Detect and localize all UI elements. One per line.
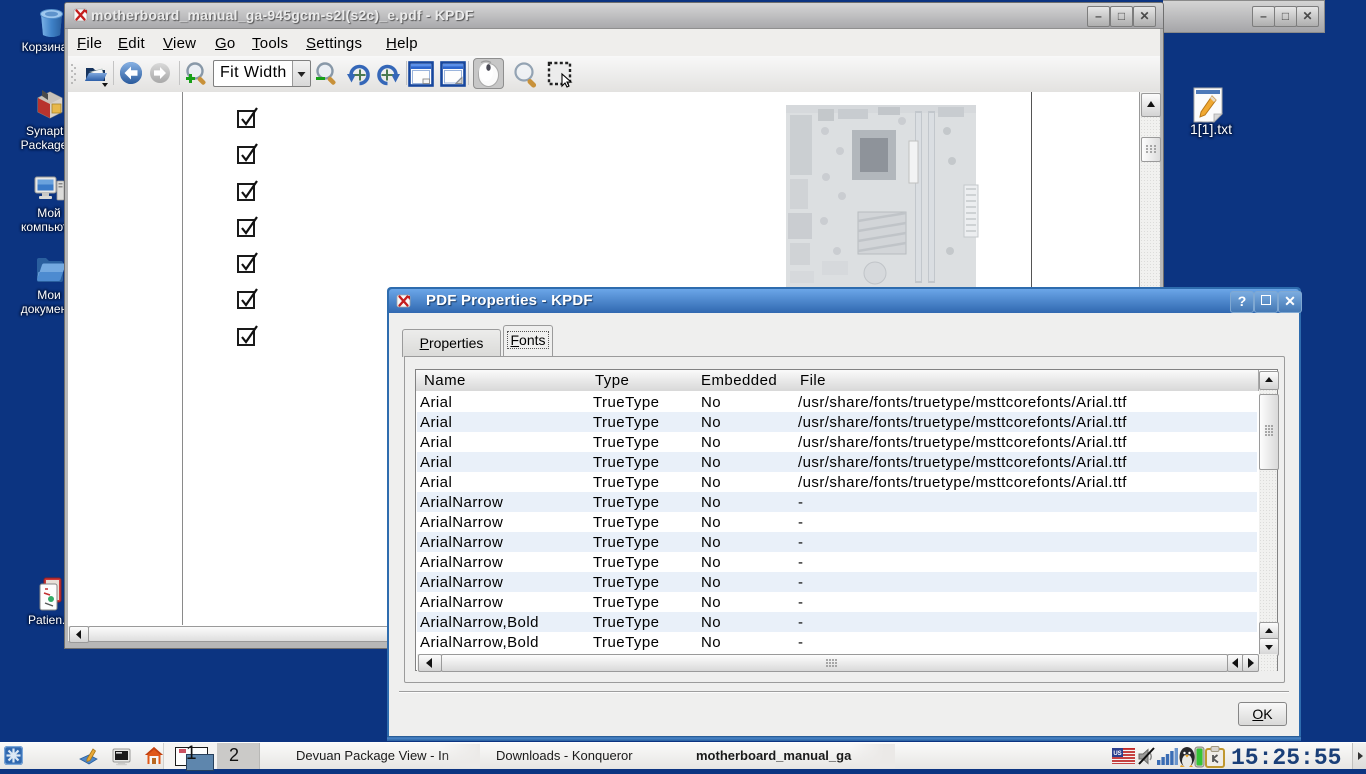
- svg-text:US: US: [1113, 751, 1121, 757]
